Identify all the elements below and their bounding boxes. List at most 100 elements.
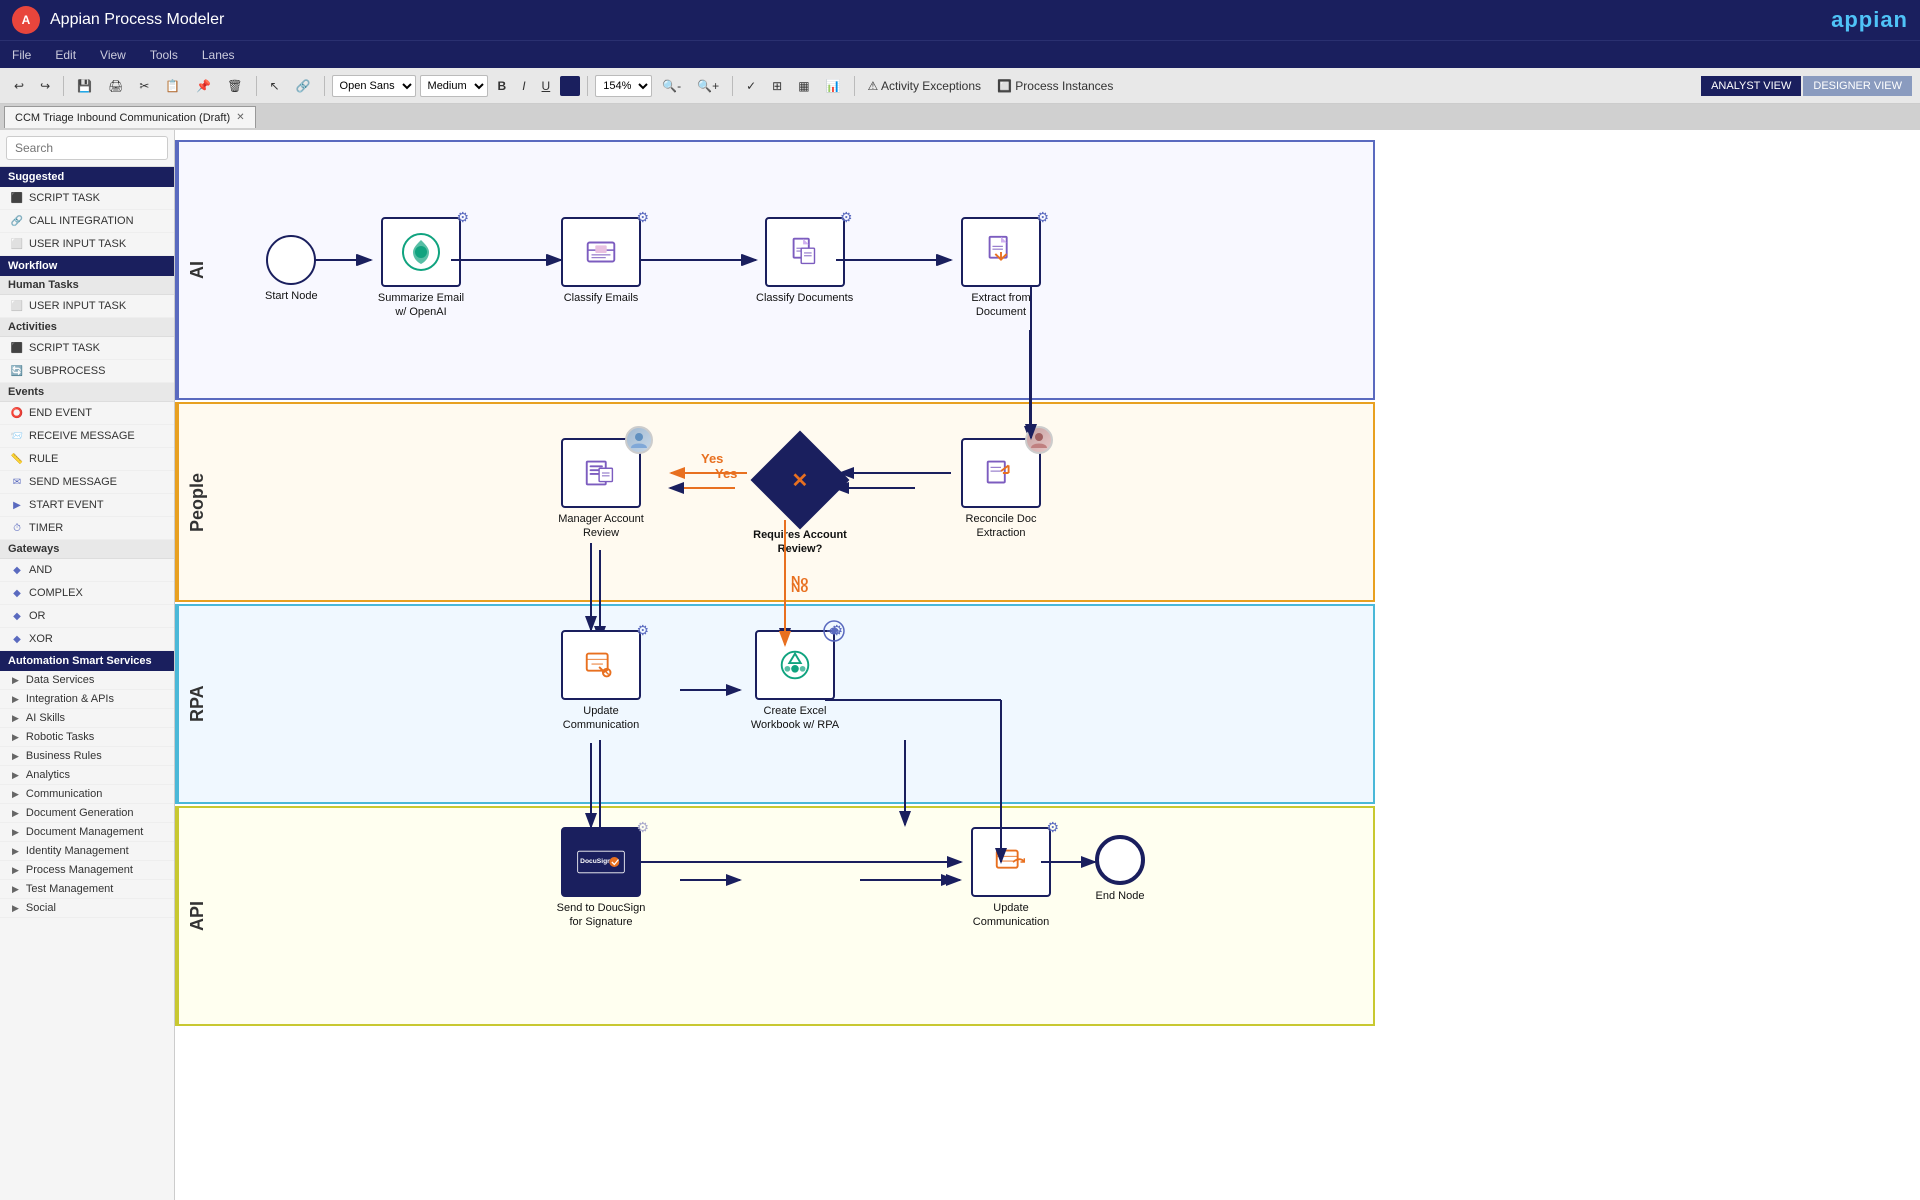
- automation-test-management[interactable]: ▶ Test Management: [0, 880, 174, 899]
- sidebar-item-script-task-1[interactable]: ⬛ SCRIPT TASK: [0, 187, 174, 210]
- size-select[interactable]: Medium: [420, 75, 488, 97]
- sidebar-item-rule[interactable]: 📏 RULE: [0, 448, 174, 471]
- automation-process-management[interactable]: ▶ Process Management: [0, 861, 174, 880]
- font-select[interactable]: Open Sans: [332, 75, 416, 97]
- sidebar-item-user-input-task-2[interactable]: ⬜ USER INPUT TASK: [0, 295, 174, 318]
- sidebar-item-send-message[interactable]: ✉ SEND MESSAGE: [0, 471, 174, 494]
- start-node[interactable]: Start Node: [265, 235, 318, 303]
- toolbar-save[interactable]: 💾: [71, 76, 98, 96]
- toolbar-redo[interactable]: ↪: [34, 76, 56, 96]
- sidebar-item-or[interactable]: ◆ OR: [0, 605, 174, 628]
- automation-data-services[interactable]: ▶ Data Services: [0, 671, 174, 690]
- automation-business-rules[interactable]: ▶ Business Rules: [0, 747, 174, 766]
- classify-docs-node[interactable]: ⚙ Classify Documents: [756, 217, 853, 305]
- main-layout: Suggested ⬛ SCRIPT TASK 🔗 CALL INTEGRATI…: [0, 130, 1920, 1200]
- checkmark-btn[interactable]: ✓: [740, 76, 762, 96]
- toolbar-select[interactable]: ↖: [264, 76, 286, 96]
- expand-process-mgmt: ▶: [12, 865, 19, 876]
- layout-btn[interactable]: ▦: [792, 76, 815, 96]
- classify-emails-node[interactable]: ⚙ Classify Emails: [561, 217, 641, 305]
- start-circle: [266, 235, 316, 285]
- sidebar-item-subprocess[interactable]: 🔄 SUBPROCESS: [0, 360, 174, 383]
- suggested-header[interactable]: Suggested: [0, 167, 174, 187]
- italic-btn[interactable]: I: [516, 76, 531, 96]
- create-excel-node[interactable]: ⚙ Create Excel Workbook w/ RPA: [745, 630, 845, 733]
- tab-close-btn[interactable]: ✕: [236, 112, 244, 123]
- send-docusign-node[interactable]: ⚙ DocuSign Send to DoucSign for Signatur…: [551, 827, 651, 930]
- menu-edit[interactable]: Edit: [51, 46, 80, 64]
- manager-review-node[interactable]: Manager Account Review: [551, 438, 651, 541]
- automation-communication[interactable]: ▶ Communication: [0, 785, 174, 804]
- sidebar-item-call-integration[interactable]: 🔗 CALL INTEGRATION: [0, 210, 174, 233]
- workflow-header[interactable]: Workflow: [0, 256, 174, 276]
- update-comm1-node[interactable]: ⚙ Update Communication: [551, 630, 651, 733]
- automation-header[interactable]: Automation Smart Services: [0, 651, 174, 671]
- designer-view-btn[interactable]: DESIGNER VIEW: [1803, 76, 1912, 96]
- toolbar-print[interactable]: 🖨: [102, 76, 129, 96]
- canvas[interactable]: AI People RPA API: [175, 130, 1920, 1200]
- extract-gear: ⚙: [1036, 209, 1049, 226]
- zoom-select[interactable]: 154%: [595, 75, 652, 97]
- color-btn[interactable]: [560, 76, 580, 96]
- sidebar-item-start-event[interactable]: ▶ START EVENT: [0, 494, 174, 517]
- rpa-lane-label: RPA: [177, 606, 216, 802]
- menu-tools[interactable]: Tools: [146, 46, 182, 64]
- zoom-out[interactable]: 🔍-: [656, 76, 687, 96]
- automation-analytics[interactable]: ▶ Analytics: [0, 766, 174, 785]
- toolbar-delete[interactable]: 🗑: [221, 76, 248, 96]
- activities-subsection: Activities: [0, 318, 174, 337]
- sidebar-item-complex[interactable]: ◆ COMPLEX: [0, 582, 174, 605]
- sidebar-item-user-input-task-1[interactable]: ⬜ USER INPUT TASK: [0, 233, 174, 256]
- grid-btn[interactable]: ⊞: [766, 76, 788, 96]
- sidebar-item-end-event[interactable]: ⭕ END EVENT: [0, 402, 174, 425]
- extract-doc-node[interactable]: ⚙ Extract from Document: [951, 217, 1051, 320]
- expand-analytics: ▶: [12, 770, 19, 781]
- zoom-in[interactable]: 🔍+: [691, 76, 725, 96]
- underline-btn[interactable]: U: [536, 76, 557, 96]
- canvas-inner: AI People RPA API: [175, 130, 1375, 1190]
- toolbar-paste[interactable]: 📌: [190, 76, 217, 96]
- reconcile-node[interactable]: Reconcile Doc Extraction: [951, 438, 1051, 541]
- toolbar-connect[interactable]: 🔗: [290, 76, 317, 96]
- automation-identity-management[interactable]: ▶ Identity Management: [0, 842, 174, 861]
- end-node[interactable]: End Node: [1095, 835, 1145, 903]
- sidebar-item-script-task-2[interactable]: ⬛ SCRIPT TASK: [0, 337, 174, 360]
- user-input-icon-1: ⬜: [10, 237, 24, 251]
- automation-document-management[interactable]: ▶ Document Management: [0, 823, 174, 842]
- sidebar-item-and[interactable]: ◆ AND: [0, 559, 174, 582]
- activity-exceptions-btn[interactable]: ⚠ Activity Exceptions: [862, 76, 987, 96]
- summarize-node[interactable]: ⚙ Summarize Email w/ OpenAI: [371, 217, 471, 320]
- automation-integration-apis[interactable]: ▶ Integration & APIs: [0, 690, 174, 709]
- sidebar-item-receive-message[interactable]: 📨 RECEIVE MESSAGE: [0, 425, 174, 448]
- subprocess-icon: 🔄: [10, 364, 24, 378]
- toolbar-cut[interactable]: ✂: [133, 76, 155, 96]
- reconcile-icon: [982, 454, 1020, 492]
- create-excel-box: ⚙: [755, 630, 835, 700]
- expand-test-mgmt: ▶: [12, 884, 19, 895]
- sidebar-item-timer[interactable]: ⏱ TIMER: [0, 517, 174, 540]
- process-instances-btn[interactable]: 🔲 Process Instances: [991, 76, 1119, 96]
- sidebar-item-xor[interactable]: ◆ XOR: [0, 628, 174, 651]
- script-task-icon-2: ⬛: [10, 341, 24, 355]
- create-excel-label: Create Excel Workbook w/ RPA: [745, 704, 845, 733]
- chart-btn[interactable]: 📊: [820, 76, 847, 96]
- search-input[interactable]: [6, 136, 168, 160]
- main-tab[interactable]: CCM Triage Inbound Communication (Draft)…: [4, 106, 256, 128]
- analyst-view-btn[interactable]: ANALYST VIEW: [1701, 76, 1801, 96]
- menu-view[interactable]: View: [96, 46, 130, 64]
- expand-business-rules: ▶: [12, 751, 19, 762]
- automation-document-generation[interactable]: ▶ Document Generation: [0, 804, 174, 823]
- toolbar-undo[interactable]: ↩: [8, 76, 30, 96]
- automation-social[interactable]: ▶ Social: [0, 899, 174, 918]
- automation-ai-skills[interactable]: ▶ AI Skills: [0, 709, 174, 728]
- expand-integration: ▶: [12, 694, 19, 705]
- bold-btn[interactable]: B: [492, 76, 513, 96]
- menu-lanes[interactable]: Lanes: [198, 46, 239, 64]
- requires-review-node[interactable]: ✕ Requires Account Review?: [745, 440, 855, 557]
- menu-file[interactable]: File: [8, 46, 35, 64]
- automation-robotic-tasks[interactable]: ▶ Robotic Tasks: [0, 728, 174, 747]
- classify-docs-box: ⚙: [765, 217, 845, 287]
- requires-review-label: Requires Account Review?: [745, 528, 855, 557]
- update-comm2-node[interactable]: ⚙ Update Communication: [961, 827, 1061, 930]
- toolbar-copy[interactable]: 📋: [159, 76, 186, 96]
